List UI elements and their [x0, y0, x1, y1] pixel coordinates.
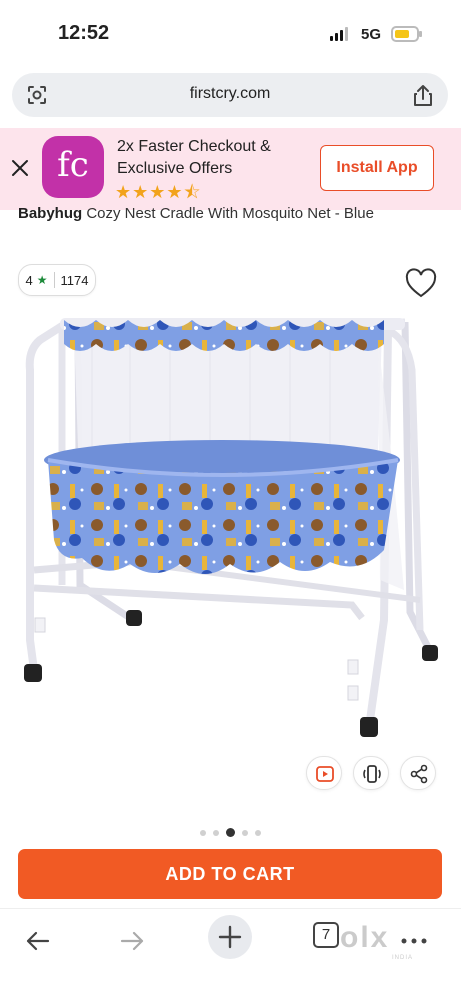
forward-icon[interactable] [112, 921, 152, 961]
carousel-dot[interactable] [213, 829, 219, 836]
plus-icon [218, 925, 242, 949]
rotate-icon [363, 765, 381, 783]
install-app-button[interactable]: Install App [320, 145, 434, 191]
firstcry-logo: fc [42, 136, 104, 198]
browser-bottom-bar: 7 olx INDIA [0, 908, 461, 1000]
star-icon: ★ [36, 273, 48, 287]
carousel-dots[interactable] [200, 828, 261, 837]
watermark-sub: INDIA [392, 955, 414, 961]
rating-badge[interactable]: 4 ★ 1174 [18, 264, 96, 296]
olx-watermark: olx INDIA [340, 921, 412, 961]
view-360-button[interactable] [353, 756, 389, 790]
network-type: 5G [361, 26, 382, 43]
share-product-button[interactable] [400, 756, 436, 790]
back-icon[interactable] [18, 921, 58, 961]
tabs-button[interactable]: 7 [313, 922, 339, 948]
watermark-text: olx [340, 921, 390, 954]
battery-icon [391, 26, 422, 42]
share-icon[interactable] [412, 83, 434, 107]
rating-value: 4 [25, 272, 33, 288]
add-to-cart-button[interactable]: ADD TO CART [18, 849, 442, 899]
address-bar[interactable]: firstcry.com [12, 73, 448, 117]
carousel-dot[interactable] [255, 829, 261, 836]
carousel-dot[interactable] [242, 829, 248, 836]
product-title: Babyhug Cozy Nest Cradle With Mosquito N… [18, 205, 374, 222]
product-name: Cozy Nest Cradle With Mosquito Net - Blu… [82, 205, 374, 222]
banner-line-1: 2x Faster Checkout & [117, 138, 271, 155]
share-nodes-icon [410, 764, 428, 784]
status-bar: 12:52 5G [0, 0, 461, 68]
status-time: 12:52 [58, 22, 110, 44]
url-text[interactable]: firstcry.com [12, 85, 448, 103]
heart-icon[interactable] [404, 268, 438, 300]
review-count: 1174 [60, 272, 89, 288]
install-app-banner: fc 2x Faster Checkout & Exclusive Offers… [0, 128, 461, 210]
carousel-dot[interactable] [200, 829, 206, 836]
close-icon[interactable] [10, 158, 30, 178]
signal-icon [330, 27, 352, 41]
carousel-dot-active[interactable] [226, 828, 235, 837]
video-icon [316, 766, 334, 782]
product-image[interactable] [0, 300, 461, 750]
rating-divider [53, 272, 55, 288]
product-brand: Babyhug [18, 205, 83, 222]
banner-line-2: Exclusive Offers [117, 160, 233, 177]
new-tab-button[interactable] [208, 915, 252, 959]
video-button[interactable] [306, 756, 342, 790]
